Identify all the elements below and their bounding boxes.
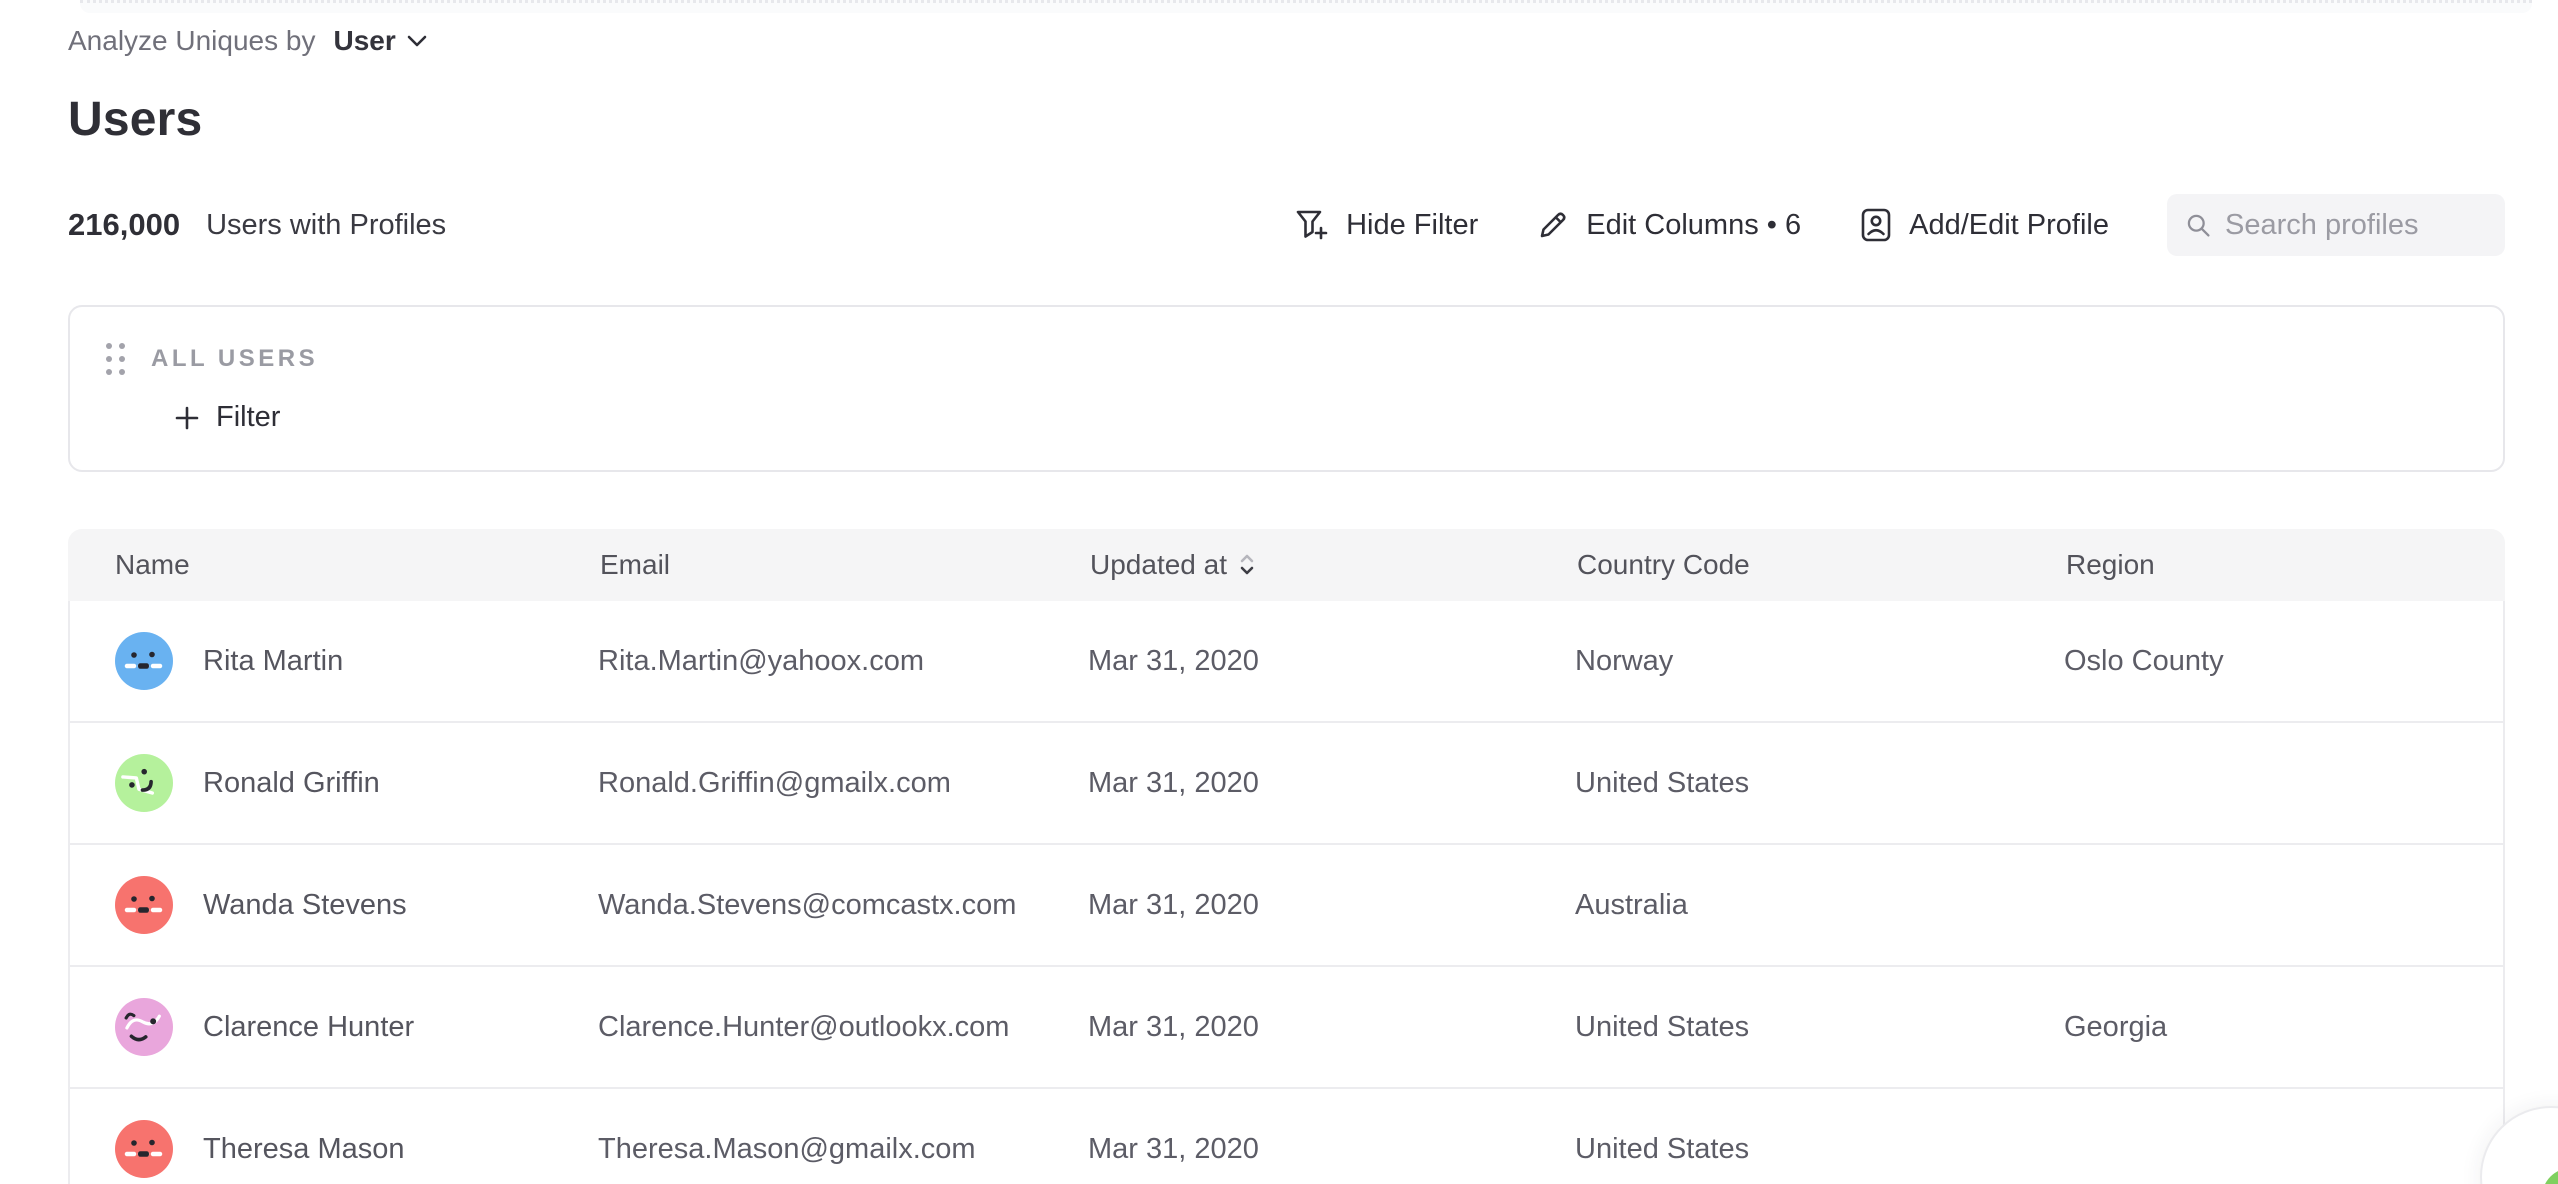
cell-email: Ronald.Griffin@gmailx.com (553, 767, 1043, 800)
count-toolbar-row: 216,000 Users with Profiles Hide Filter … (68, 193, 2505, 257)
table-row[interactable]: Wanda Stevens Wanda.Stevens@comcastx.com… (70, 845, 2503, 967)
chevron-down-icon (406, 34, 428, 48)
column-header-region[interactable]: Region (2019, 549, 2505, 581)
filter-panel: ALL USERS Filter (68, 305, 2505, 472)
edit-columns-label: Edit Columns • 6 (1586, 209, 1801, 242)
cell-name: Ronald Griffin (203, 767, 380, 800)
search-input[interactable] (2225, 209, 2487, 242)
search-box[interactable] (2167, 194, 2505, 256)
user-count-label: Users with Profiles (206, 209, 446, 242)
table-row[interactable]: Rita Martin Rita.Martin@yahoox.com Mar 3… (70, 601, 2503, 723)
cell-name: Rita Martin (203, 645, 343, 678)
add-edit-profile-button[interactable]: Add/Edit Profile (1859, 206, 2109, 244)
cell-name: Theresa Mason (203, 1133, 405, 1166)
add-filter-button[interactable]: Filter (174, 401, 2503, 434)
analyze-uniques-label: Analyze Uniques by (68, 25, 315, 57)
cell-country-code: United States (1530, 1011, 2019, 1044)
avatar (115, 632, 173, 690)
plus-icon (174, 405, 200, 431)
cell-name: Wanda Stevens (203, 889, 407, 922)
funnel-plus-icon (1294, 208, 1330, 242)
drag-handle-icon[interactable] (106, 343, 125, 375)
cell-email: Theresa.Mason@gmailx.com (553, 1133, 1043, 1166)
avatar (115, 998, 173, 1056)
table-body: Rita Martin Rita.Martin@yahoox.com Mar 3… (68, 601, 2505, 1184)
add-filter-label: Filter (216, 401, 280, 434)
analyze-by-dropdown[interactable]: User (333, 25, 427, 57)
cell-country-code: United States (1530, 767, 2019, 800)
avatar (115, 1120, 173, 1178)
cell-country-code: United States (1530, 1133, 2019, 1166)
cell-updated-at: Mar 31, 2020 (1043, 1133, 1530, 1166)
cell-email: Rita.Martin@yahoox.com (553, 645, 1043, 678)
cell-email: Clarence.Hunter@outlookx.com (553, 1011, 1043, 1044)
users-page: Analyze Uniques by User Users 216,000 Us… (68, 22, 2505, 1184)
column-header-name[interactable]: Name (68, 549, 553, 581)
cell-email: Wanda.Stevens@comcastx.com (553, 889, 1043, 922)
table-row[interactable]: Theresa Mason Theresa.Mason@gmailx.com M… (70, 1089, 2503, 1184)
avatar (115, 754, 173, 812)
toolbar: Hide Filter Edit Columns • 6 Add/Edit Pr… (1294, 194, 2505, 256)
cell-updated-at: Mar 31, 2020 (1043, 1011, 1530, 1044)
profile-card-icon (1859, 206, 1893, 244)
avatar (115, 876, 173, 934)
cell-updated-at: Mar 31, 2020 (1043, 889, 1530, 922)
hide-filter-label: Hide Filter (1346, 209, 1478, 242)
top-card-sliver (80, 0, 2532, 13)
cell-updated-at: Mar 31, 2020 (1043, 767, 1530, 800)
cell-country-code: Norway (1530, 645, 2019, 678)
table-row[interactable]: Clarence Hunter Clarence.Hunter@outlookx… (70, 967, 2503, 1089)
cell-region: Oslo County (2019, 645, 2503, 678)
table-header: Name Email Updated at Country Code Regio… (68, 529, 2505, 601)
column-header-email[interactable]: Email (553, 549, 1043, 581)
cell-country-code: Australia (1530, 889, 2019, 922)
table-row[interactable]: Ronald Griffin Ronald.Griffin@gmailx.com… (70, 723, 2503, 845)
hide-filter-button[interactable]: Hide Filter (1294, 208, 1478, 242)
column-header-updated-at[interactable]: Updated at (1043, 549, 1530, 581)
analyze-by-value: User (333, 25, 395, 57)
users-table: Name Email Updated at Country Code Regio… (68, 529, 2505, 1184)
pencil-icon (1536, 208, 1570, 242)
cell-name: Clarence Hunter (203, 1011, 414, 1044)
analyze-uniques-row: Analyze Uniques by User (68, 22, 2505, 60)
search-icon (2185, 210, 2211, 240)
cell-updated-at: Mar 31, 2020 (1043, 645, 1530, 678)
user-count: 216,000 (68, 207, 180, 243)
column-header-country-code[interactable]: Country Code (1530, 549, 2019, 581)
cell-region: Georgia (2019, 1011, 2503, 1044)
filter-group-row: ALL USERS (106, 343, 2503, 375)
edit-columns-button[interactable]: Edit Columns • 6 (1536, 208, 1801, 242)
page-title: Users (68, 92, 2505, 147)
filter-group-label: ALL USERS (151, 345, 318, 373)
add-edit-profile-label: Add/Edit Profile (1909, 209, 2109, 242)
sort-icon (1239, 553, 1255, 577)
